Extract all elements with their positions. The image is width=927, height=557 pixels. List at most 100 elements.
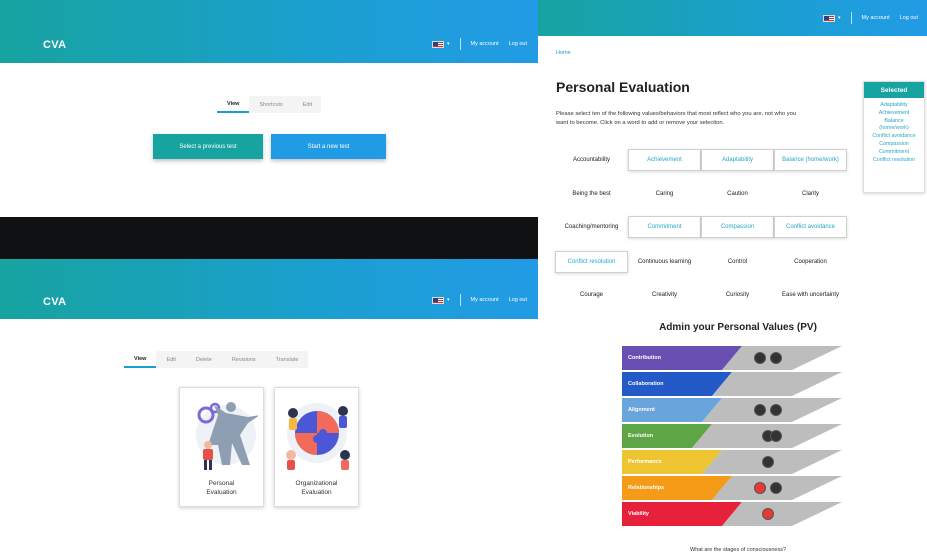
band-label: Performance: [628, 459, 662, 465]
instructions: Please select ten of the following value…: [556, 110, 856, 127]
us-flag-icon[interactable]: [432, 296, 444, 304]
value-option[interactable]: Commitment: [628, 216, 701, 238]
breadcrumb-home[interactable]: Home: [556, 50, 571, 56]
chevron-down-icon[interactable]: ▾: [447, 41, 450, 47]
selected-item[interactable]: Balance: [866, 118, 922, 126]
panel3-header-right: ▾ My account Log out: [823, 12, 918, 24]
band-shape: [622, 424, 842, 448]
tab-translate[interactable]: Translate: [266, 351, 309, 368]
value-option[interactable]: Achievement: [628, 149, 701, 171]
band-collaboration[interactable]: Collaboration: [622, 372, 842, 396]
card-label: Personal Evaluation: [206, 479, 236, 497]
tab-edit[interactable]: Edit: [293, 96, 322, 113]
logout-link[interactable]: Log out: [509, 41, 527, 47]
red-marker-dot[interactable]: [754, 482, 766, 494]
band-alignment[interactable]: Alignment: [622, 398, 842, 422]
instructions-line2: want to become. Click on a word to add o…: [556, 119, 725, 126]
band-performance[interactable]: Performance: [622, 450, 842, 474]
value-option[interactable]: Coaching/mentoring: [555, 216, 628, 238]
dark-marker-dot[interactable]: [762, 456, 774, 468]
value-option[interactable]: Creativity: [628, 284, 701, 306]
dark-marker-dot[interactable]: [770, 352, 782, 364]
select-previous-test-button[interactable]: Select a previous test: [153, 134, 263, 159]
band-label: Viability: [628, 511, 649, 517]
band-viability[interactable]: Viability: [622, 502, 842, 526]
brand-logo-2[interactable]: CVA: [43, 296, 66, 308]
my-account-link[interactable]: My account: [862, 15, 890, 21]
header-divider: [459, 38, 461, 50]
chevron-down-icon[interactable]: ▾: [447, 297, 450, 303]
value-option[interactable]: Accountability: [555, 149, 628, 171]
personal-evaluation-card[interactable]: Personal Evaluation: [179, 387, 264, 507]
start-new-test-button[interactable]: Start a new test: [271, 134, 386, 159]
puzzle-team-illustration: [285, 403, 350, 470]
value-option[interactable]: Adaptability: [701, 149, 774, 171]
selected-item[interactable]: Commitment: [866, 149, 922, 157]
tab-delete[interactable]: Delete: [186, 351, 222, 368]
dark-marker-dot[interactable]: [770, 404, 782, 416]
selected-item[interactable]: Conflict resolution: [866, 157, 922, 165]
panel2-tabs: View Edit Delete Revisions Translate: [124, 351, 308, 368]
card-label-line2: Evaluation: [206, 489, 237, 496]
tab-revisions[interactable]: Revisions: [222, 351, 266, 368]
header-divider: [459, 294, 461, 306]
value-option[interactable]: Balance (home/work): [774, 149, 847, 171]
value-option[interactable]: Compassion: [701, 216, 774, 238]
selected-item[interactable]: Achievement: [866, 110, 922, 118]
selected-panel-title: Selected: [864, 82, 924, 98]
selected-item[interactable]: Adaptability: [866, 102, 922, 110]
stages-question[interactable]: What are the stages of consciousness?: [622, 547, 854, 553]
selected-panel: Selected Adaptability Achievement Balanc…: [863, 81, 925, 193]
band-label: Contribution: [628, 355, 661, 361]
band-label: Evolution: [628, 433, 654, 439]
tab-view[interactable]: View: [124, 351, 157, 368]
tab-edit[interactable]: Edit: [156, 351, 185, 368]
card-label-line1: Organizational: [295, 480, 338, 487]
organizational-evaluation-card[interactable]: Organizational Evaluation: [274, 387, 359, 507]
value-option[interactable]: Being the best: [555, 183, 628, 205]
tab-view[interactable]: View: [217, 96, 250, 113]
card-label-line1: Personal: [208, 480, 235, 487]
value-option[interactable]: Courage: [555, 284, 628, 306]
panel1-tabs: View Shortcuts Edit: [217, 96, 321, 113]
value-option[interactable]: Ease with uncertainty: [774, 284, 847, 306]
band-label: Alignment: [628, 407, 655, 413]
value-option[interactable]: Conflict resolution: [555, 251, 628, 273]
us-flag-icon[interactable]: [823, 14, 835, 22]
band-shape: [622, 502, 842, 526]
brand-logo[interactable]: CVA: [43, 39, 66, 51]
card-label: Organizational Evaluation: [296, 479, 338, 497]
value-option[interactable]: Curiosity: [701, 284, 774, 306]
band-label: Relationships: [628, 485, 665, 491]
value-option[interactable]: Cooperation: [774, 251, 847, 273]
band-contribution[interactable]: Contribution: [622, 346, 842, 370]
selected-item[interactable]: Compassion: [866, 141, 922, 149]
value-option[interactable]: Caution: [701, 183, 774, 205]
dark-marker-dot[interactable]: [754, 404, 766, 416]
value-option[interactable]: Caring: [628, 183, 701, 205]
band-relationships[interactable]: Relationships: [622, 476, 842, 500]
value-option[interactable]: Clarity: [774, 183, 847, 205]
tab-shortcuts[interactable]: Shortcuts: [249, 96, 292, 113]
selected-list: Adaptability Achievement Balance (home/w…: [864, 98, 924, 168]
logout-link[interactable]: Log out: [900, 15, 918, 21]
dark-marker-dot[interactable]: [770, 430, 782, 442]
value-option[interactable]: Control: [701, 251, 774, 273]
header-divider: [850, 12, 852, 24]
dark-marker-dot[interactable]: [770, 482, 782, 494]
selected-item[interactable]: Conflict avoidance: [866, 133, 922, 141]
value-option[interactable]: Conflict avoidance: [774, 216, 847, 238]
dark-marker-dot[interactable]: [754, 352, 766, 364]
my-account-link[interactable]: My account: [471, 41, 499, 47]
logout-link[interactable]: Log out: [509, 297, 527, 303]
band-evolution[interactable]: Evolution: [622, 424, 842, 448]
red-marker-dot[interactable]: [762, 508, 774, 520]
selected-item[interactable]: (home/work): [866, 125, 922, 133]
my-account-link[interactable]: My account: [471, 297, 499, 303]
chevron-down-icon[interactable]: ▾: [838, 15, 841, 21]
value-option[interactable]: Continuous learning: [628, 251, 701, 273]
panel2-header-right: ▾ My account Log out: [432, 294, 527, 306]
instructions-line1: Please select ten of the following value…: [556, 111, 797, 117]
panel1-header: CVA ▾ My account Log out: [0, 0, 538, 63]
us-flag-icon[interactable]: [432, 40, 444, 48]
